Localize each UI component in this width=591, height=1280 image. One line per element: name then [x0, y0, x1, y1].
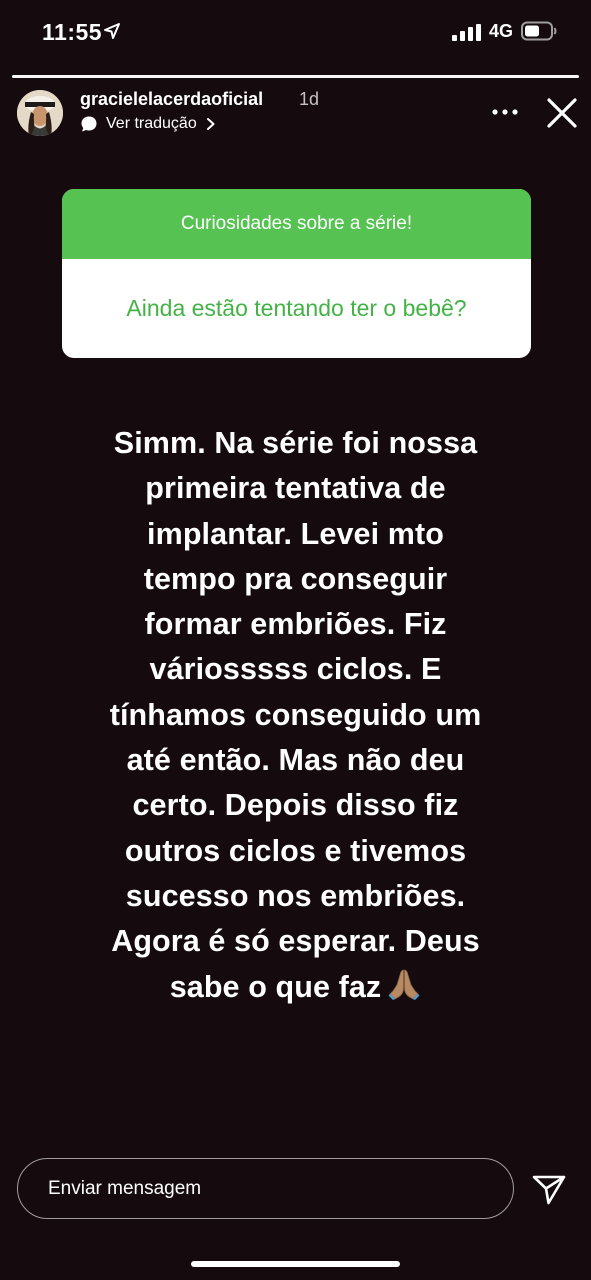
answer-line-last: sabe o que faz	[40, 965, 551, 1010]
battery-icon	[521, 21, 557, 41]
profile-avatar[interactable]	[17, 90, 63, 136]
answer-line: tínhamos conseguido um	[109, 697, 482, 732]
answer-line: formar embriões. Fiz	[144, 607, 447, 642]
translate-link[interactable]: Ver tradução	[80, 113, 217, 135]
story-answer-text: Simm. Na série foi nossa primeira tentat…	[40, 421, 551, 1010]
answer-line: até então. Mas não deu	[126, 743, 465, 778]
speech-bubble-icon	[81, 116, 97, 132]
more-options-icon[interactable]	[488, 100, 522, 124]
send-message-input[interactable]: Enviar mensagem	[17, 1158, 514, 1219]
answer-line: outros ciclos e tivemos	[124, 833, 467, 868]
answer-line: sucesso nos embriões.	[125, 878, 466, 913]
answer-line: Simm. Na série foi nossa	[113, 426, 478, 460]
answer-line: váriosssss ciclos. E	[149, 652, 442, 687]
cellular-signal-icon	[452, 24, 481, 41]
story-progress-bar	[12, 75, 579, 78]
answer-line: primeira tentativa de	[145, 471, 446, 506]
answer-line: sabe o que faz	[169, 969, 382, 1004]
send-icon[interactable]	[530, 1170, 568, 1208]
chevron-right-icon	[206, 118, 215, 130]
status-time: 11:55	[42, 19, 103, 45]
avatar-image	[17, 90, 63, 136]
story-progress-fill	[12, 75, 579, 78]
question-sticker-question: Ainda estão tentando ter o bebê?	[126, 295, 467, 321]
story-username[interactable]: gracielelacerdaoficial	[80, 89, 263, 110]
question-sticker[interactable]: Curiosidades sobre a série! Ainda estão …	[62, 189, 531, 358]
close-icon[interactable]	[543, 94, 581, 132]
status-bar: 11:55 4G	[0, 0, 591, 64]
story-age: 1d	[299, 89, 320, 109]
answer-line: certo. Depois disso fiz	[132, 788, 459, 823]
praying-hands-icon	[388, 969, 420, 1000]
question-sticker-header: Curiosidades sobre a série!	[62, 189, 531, 259]
answer-line: implantar. Levei mto	[147, 516, 444, 551]
answer-line: tempo pra conseguir	[143, 561, 448, 596]
message-placeholder: Enviar mensagem	[48, 1177, 202, 1199]
location-arrow-icon	[104, 23, 120, 39]
translate-label: Ver tradução	[106, 115, 197, 132]
answer-line: Agora é só esperar. Deus	[111, 924, 480, 959]
network-type: 4G	[489, 21, 514, 41]
home-indicator	[191, 1261, 400, 1267]
